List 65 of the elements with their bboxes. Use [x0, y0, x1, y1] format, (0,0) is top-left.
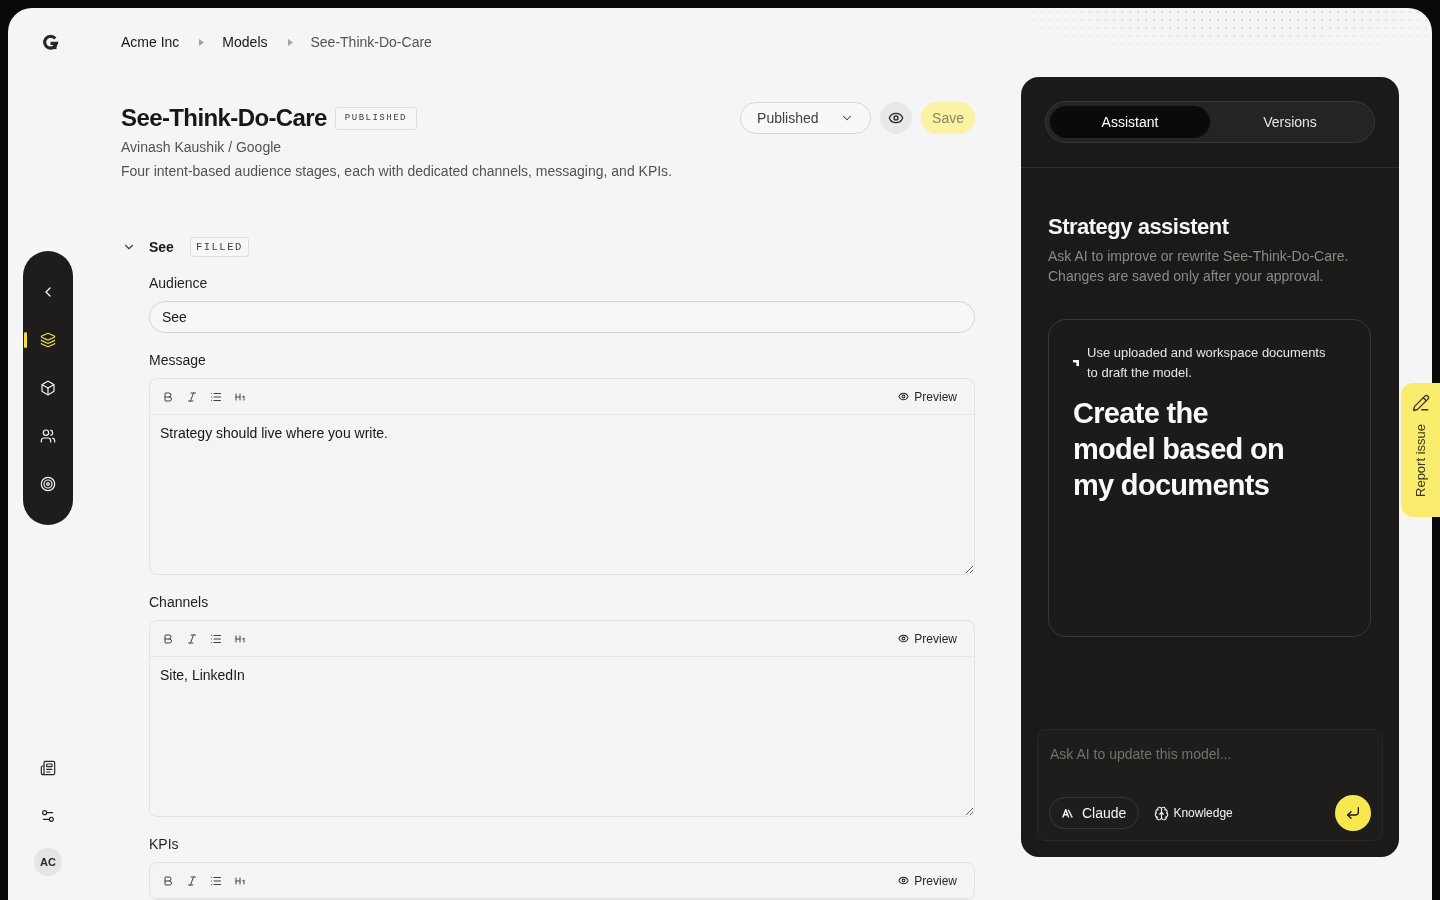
preview-button[interactable]: [880, 102, 913, 134]
layers-icon: [40, 332, 56, 348]
field-label: Audience: [149, 274, 209, 293]
model-author: Avinash Kaushik / Google: [121, 138, 283, 157]
rich-text-editor[interactable]: Preview Site, LinkedIn: [149, 620, 975, 817]
users-icon: [40, 428, 56, 444]
bold-icon: [162, 874, 174, 887]
panel-description: Ask AI to improve or rewrite See-Think-Do-Care. Changes are saved only after your approval.: [1048, 247, 1350, 286]
text-input[interactable]: See: [149, 301, 975, 333]
text-editor-field[interactable]: Site, LinkedIn: [150, 657, 974, 816]
preview-button[interactable]: Preview: [898, 389, 957, 404]
cube-icon: [40, 380, 56, 396]
bullet-icon: [1073, 360, 1079, 366]
settings-icon: [40, 808, 56, 824]
report-issue-tab[interactable]: Report issue: [1401, 383, 1440, 517]
model-description: Four intent-based audience stages, each with dedicated channels, messaging, and KPIs.: [121, 162, 673, 181]
preview-button[interactable]: Preview: [898, 631, 957, 646]
status-select[interactable]: Published: [740, 102, 872, 134]
rich-text-editor[interactable]: Preview Strategy should live where you write.: [149, 378, 975, 575]
newspaper-icon: [40, 760, 56, 776]
caret-right-icon: [287, 38, 293, 46]
italic-icon: [186, 874, 198, 887]
text-editor-field[interactable]: Strategy should live where you write.: [150, 415, 974, 574]
target-icon: [40, 476, 56, 492]
breadcrumb-link[interactable]: See-Think-Do-Care: [310, 32, 432, 52]
send-button[interactable]: [1335, 795, 1371, 831]
eye-icon: [898, 391, 910, 402]
user-avatar[interactable]: AC: [34, 848, 62, 876]
model-title: See-Think-Do-Care: [121, 103, 327, 133]
list-icon: [210, 632, 222, 645]
eye-icon: [898, 633, 910, 644]
field-label: Channels: [149, 593, 210, 612]
pencil-icon: [1411, 394, 1430, 412]
model-logo-icon: [1062, 808, 1073, 818]
italic-icon: [186, 390, 198, 403]
brain-icon: [1154, 805, 1170, 821]
composer-box[interactable]: Ask AI to update this model... Claude Knowledge: [1037, 729, 1383, 841]
panel-tab[interactable]: Assistant: [1050, 106, 1210, 138]
eye-icon: [898, 875, 910, 886]
italic-icon: [186, 632, 198, 645]
list-icon: [210, 390, 222, 403]
breadcrumb-link[interactable]: Models: [222, 32, 268, 52]
report-issue-label: Report issue: [1412, 424, 1429, 497]
status-badge: PUBLISHED: [334, 106, 417, 130]
bold-icon: [162, 390, 174, 403]
enter-icon: [1345, 805, 1361, 821]
breadcrumb-link[interactable]: Acme Inc: [121, 32, 180, 52]
logo-icon[interactable]: [41, 34, 59, 51]
eye-icon: [888, 110, 905, 126]
field-label: Message: [149, 351, 207, 370]
suggestion-title: Create the model based on my documents: [1073, 396, 1285, 503]
knowledge-button[interactable]: Knowledge: [1154, 805, 1233, 821]
bold-icon: [162, 632, 174, 645]
rich-text-editor[interactable]: Preview: [149, 862, 975, 900]
field-label: KPIs: [149, 835, 180, 854]
caret-right-icon: [199, 38, 205, 46]
list-icon: [210, 874, 222, 887]
panel-title: Strategy assistent: [1048, 213, 1230, 241]
status-badge: FILLED: [189, 237, 249, 257]
section-title: See: [149, 238, 174, 257]
panel-tab[interactable]: Versions: [1210, 106, 1370, 138]
prompt-field[interactable]: Ask AI to update this model...: [1049, 742, 1371, 795]
preview-button[interactable]: Preview: [898, 873, 957, 888]
suggestion-hint: Use uploaded and workspace documents to draft the model.: [1087, 344, 1327, 382]
suggestion-card[interactable]: Use uploaded and workspace documents to draft the model. Create the model based on my documents: [1048, 319, 1371, 637]
